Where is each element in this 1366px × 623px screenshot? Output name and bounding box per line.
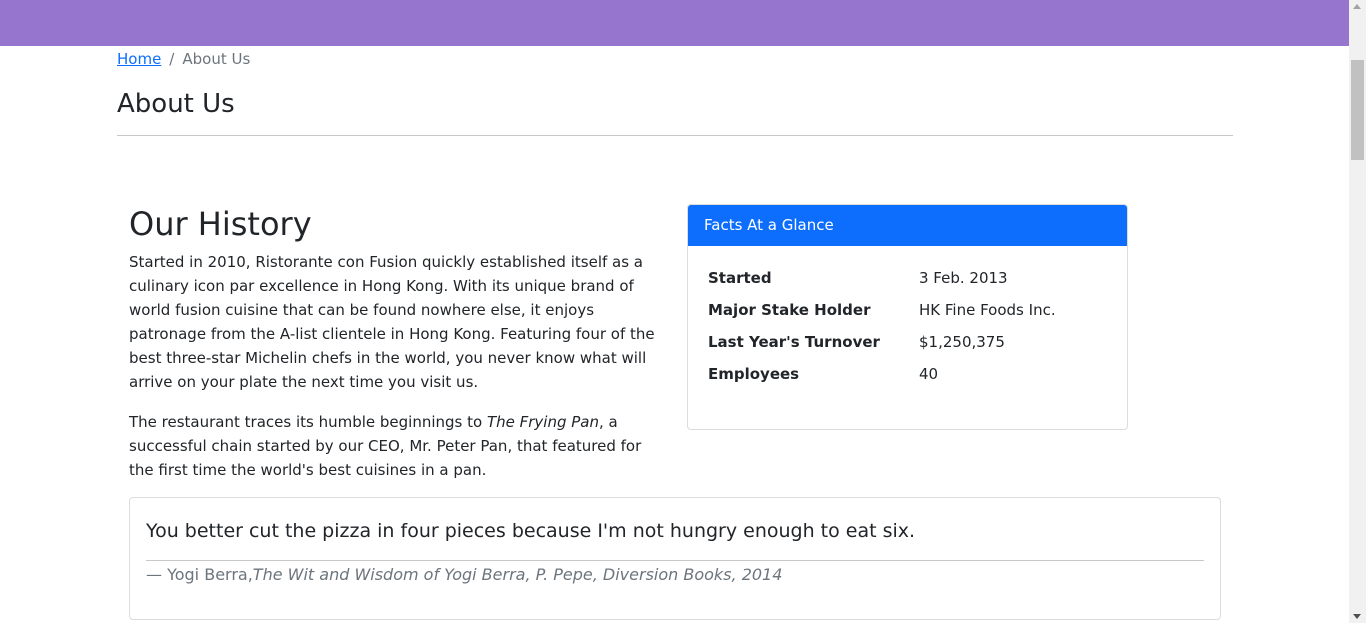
history-heading: Our History xyxy=(129,205,312,243)
quote-card: You better cut the pizza in four pieces … xyxy=(129,497,1221,620)
history-paragraph-1: Started in 2010, Ristorante con Fusion q… xyxy=(129,253,655,391)
facts-row: Employees 40 xyxy=(708,358,1107,390)
facts-value: HK Fine Foods Inc. xyxy=(919,301,1056,319)
facts-row: Started 3 Feb. 2013 xyxy=(708,262,1107,294)
title-divider xyxy=(117,135,1233,136)
facts-row: Major Stake Holder HK Fine Foods Inc. xyxy=(708,294,1107,326)
scroll-down-arrow-icon[interactable] xyxy=(1353,614,1361,619)
quote-author: — Yogi Berra, xyxy=(146,565,253,584)
facts-value: 40 xyxy=(919,365,939,383)
page-title: About Us xyxy=(117,89,235,119)
facts-label: Employees xyxy=(708,365,800,383)
frying-pan-name: The Frying Pan xyxy=(486,413,599,431)
facts-card: Facts At a Glance Started 3 Feb. 2013 Ma… xyxy=(687,204,1128,430)
facts-row: Last Year's Turnover $1,250,375 xyxy=(708,326,1107,358)
history-text: Started in 2010, Ristorante con Fusion q… xyxy=(129,250,669,498)
history-paragraph-2: The restaurant traces its humble beginni… xyxy=(129,410,669,482)
facts-label: Major Stake Holder xyxy=(708,301,871,319)
breadcrumb-current: About Us xyxy=(182,50,251,68)
facts-card-header: Facts At a Glance xyxy=(688,205,1127,246)
scroll-up-arrow-icon[interactable] xyxy=(1353,4,1361,9)
quote-text: You better cut the pizza in four pieces … xyxy=(146,520,916,542)
facts-list: Started 3 Feb. 2013 Major Stake Holder H… xyxy=(688,246,1127,406)
quote-attribution: — Yogi Berra,The Wit and Wisdom of Yogi … xyxy=(146,561,1204,589)
history-paragraph-2-start: The restaurant traces its humble beginni… xyxy=(129,413,487,431)
facts-value: 3 Feb. 2013 xyxy=(919,269,1008,287)
facts-label: Last Year's Turnover xyxy=(708,333,880,351)
breadcrumb: Home / About Us xyxy=(117,49,250,69)
vertical-scrollbar[interactable] xyxy=(1349,0,1366,623)
breadcrumb-separator: / xyxy=(169,50,175,68)
facts-label: Started xyxy=(708,269,772,287)
quote-source: The Wit and Wisdom of Yogi Berra, P. Pep… xyxy=(252,565,783,584)
breadcrumb-home-link[interactable]: Home xyxy=(117,49,161,69)
top-nav-bar xyxy=(0,0,1349,46)
scrollbar-thumb[interactable] xyxy=(1351,60,1364,160)
facts-value: $1,250,375 xyxy=(919,333,1005,351)
